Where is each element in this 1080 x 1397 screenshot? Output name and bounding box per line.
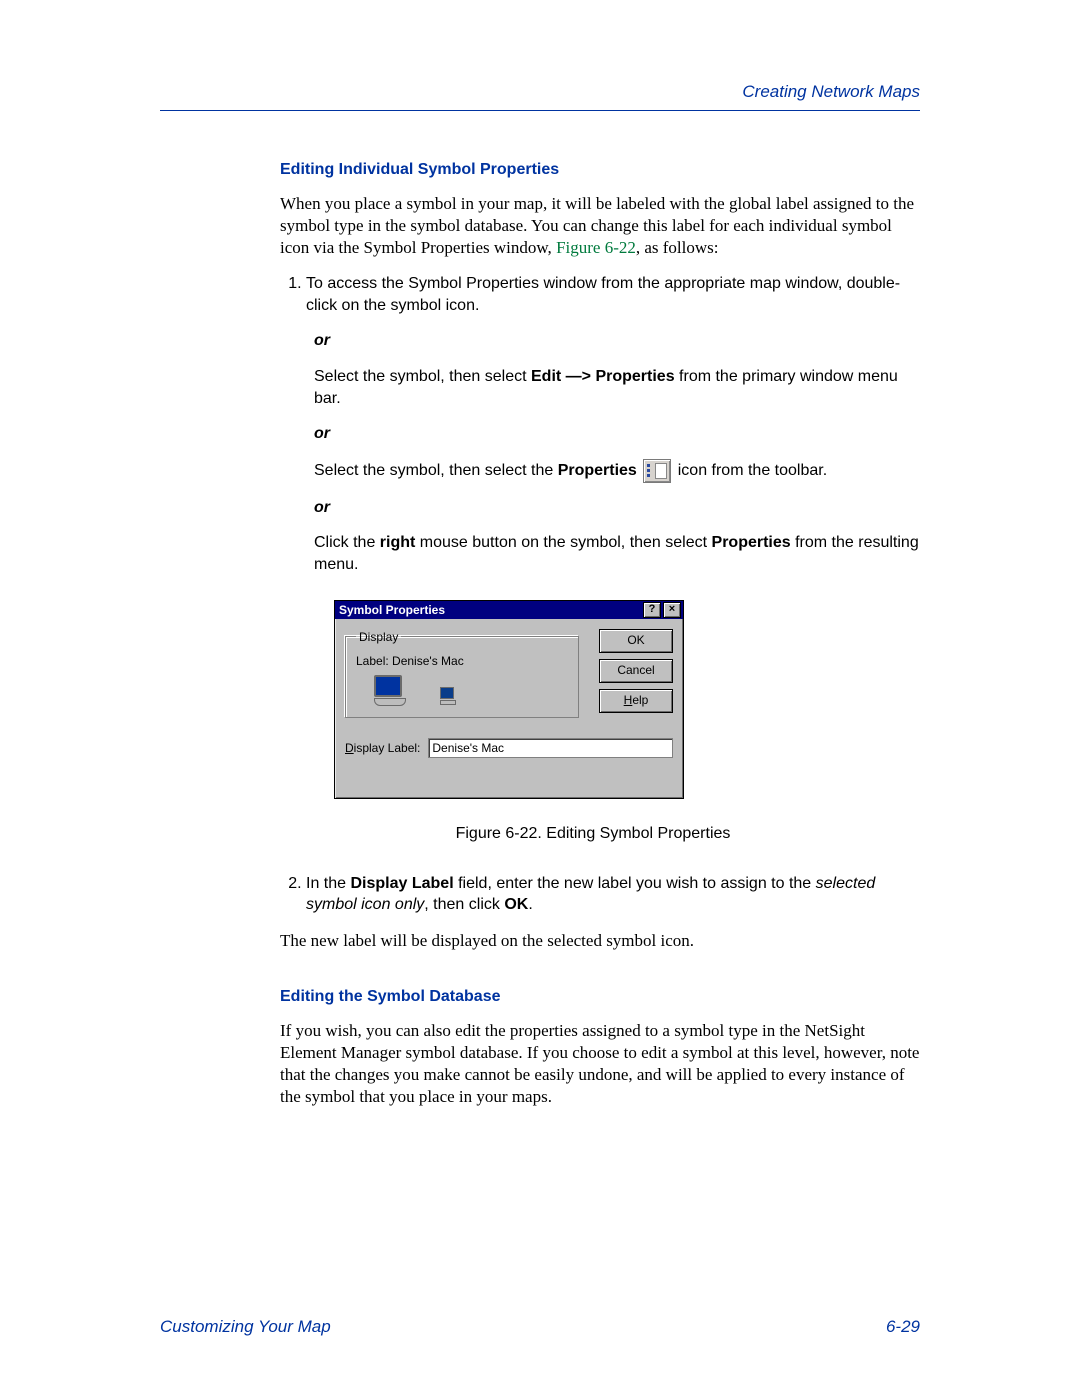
display-group: Display Label: Denise's Mac xyxy=(345,629,579,718)
step-1d: Click the right mouse button on the symb… xyxy=(314,532,920,575)
step-1c: Select the symbol, then select the Prope… xyxy=(314,459,920,483)
dialog-close-button[interactable]: × xyxy=(663,602,681,618)
display-label-input[interactable]: Denise's Mac xyxy=(428,738,673,758)
step-1c-pre: Select the symbol, then select the xyxy=(314,462,558,479)
dialog-titlebar[interactable]: Symbol Properties ? × xyxy=(335,601,683,619)
footer-left: Customizing Your Map xyxy=(160,1317,331,1337)
step-2-pre: In the xyxy=(306,875,350,892)
label-value: Denise's Mac xyxy=(392,654,464,668)
monitor-icon xyxy=(374,675,404,703)
step-1b: Select the symbol, then select Edit —> P… xyxy=(314,366,920,409)
label-prefix: Label: xyxy=(356,654,389,668)
step-1: To access the Symbol Properties window f… xyxy=(306,273,920,844)
header-rule xyxy=(160,110,920,111)
properties-toolbar-icon xyxy=(643,459,671,483)
display-group-legend: Display xyxy=(356,629,401,645)
step-1c-bold: Properties xyxy=(558,462,637,479)
figure-caption: Figure 6-22. Editing Symbol Properties xyxy=(266,823,920,845)
display-label-accel: D xyxy=(345,741,354,755)
or-separator: or xyxy=(314,330,920,352)
section-heading-editing-individual: Editing Individual Symbol Properties xyxy=(280,161,920,179)
figure-reference-link[interactable]: Figure 6-22 xyxy=(556,238,636,257)
step-1d-mid: mouse button on the symbol, then select xyxy=(415,534,711,551)
footer-page-number: 6-29 xyxy=(886,1317,920,1337)
cancel-button[interactable]: Cancel xyxy=(599,659,673,683)
step-1b-bold: Edit —> Properties xyxy=(531,368,675,385)
step-1d-bold1: right xyxy=(380,534,416,551)
step-1-text: To access the Symbol Properties window f… xyxy=(306,275,900,314)
or-separator: or xyxy=(314,423,920,445)
section-heading-editing-database: Editing the Symbol Database xyxy=(280,988,920,1006)
step-1b-pre: Select the symbol, then select xyxy=(314,368,531,385)
ok-button[interactable]: OK xyxy=(599,629,673,653)
step-2-post1: , then click xyxy=(424,896,504,913)
step-2-bold2: OK xyxy=(504,896,528,913)
after-steps-text: The new label will be displayed on the s… xyxy=(280,930,920,952)
step-2-mid: field, enter the new label you wish to a… xyxy=(454,875,816,892)
label-row: Label: Denise's Mac xyxy=(356,653,570,669)
help-button[interactable]: Help xyxy=(599,689,673,713)
step-2: In the Display Label field, enter the ne… xyxy=(306,873,920,916)
step-1d-pre: Click the xyxy=(314,534,380,551)
display-label-field-label: Display Label: xyxy=(345,740,420,756)
or-separator: or xyxy=(314,497,920,519)
intro-text-2: , as follows: xyxy=(636,238,719,257)
section2-body: If you wish, you can also edit the prope… xyxy=(280,1020,920,1108)
step-1c-post: icon from the toolbar. xyxy=(678,462,827,479)
dialog-title: Symbol Properties xyxy=(339,602,641,618)
small-monitor-icon xyxy=(440,687,456,703)
display-label-rest: isplay Label: xyxy=(354,741,421,755)
page-header-title: Creating Network Maps xyxy=(160,82,920,102)
intro-paragraph: When you place a symbol in your map, it … xyxy=(280,193,920,259)
step-2-post2: . xyxy=(528,896,532,913)
step-2-bold1: Display Label xyxy=(350,875,453,892)
dialog-help-button[interactable]: ? xyxy=(643,602,661,618)
step-1d-bold2: Properties xyxy=(712,534,791,551)
symbol-properties-dialog: Symbol Properties ? × Display Label: Den… xyxy=(334,600,684,799)
